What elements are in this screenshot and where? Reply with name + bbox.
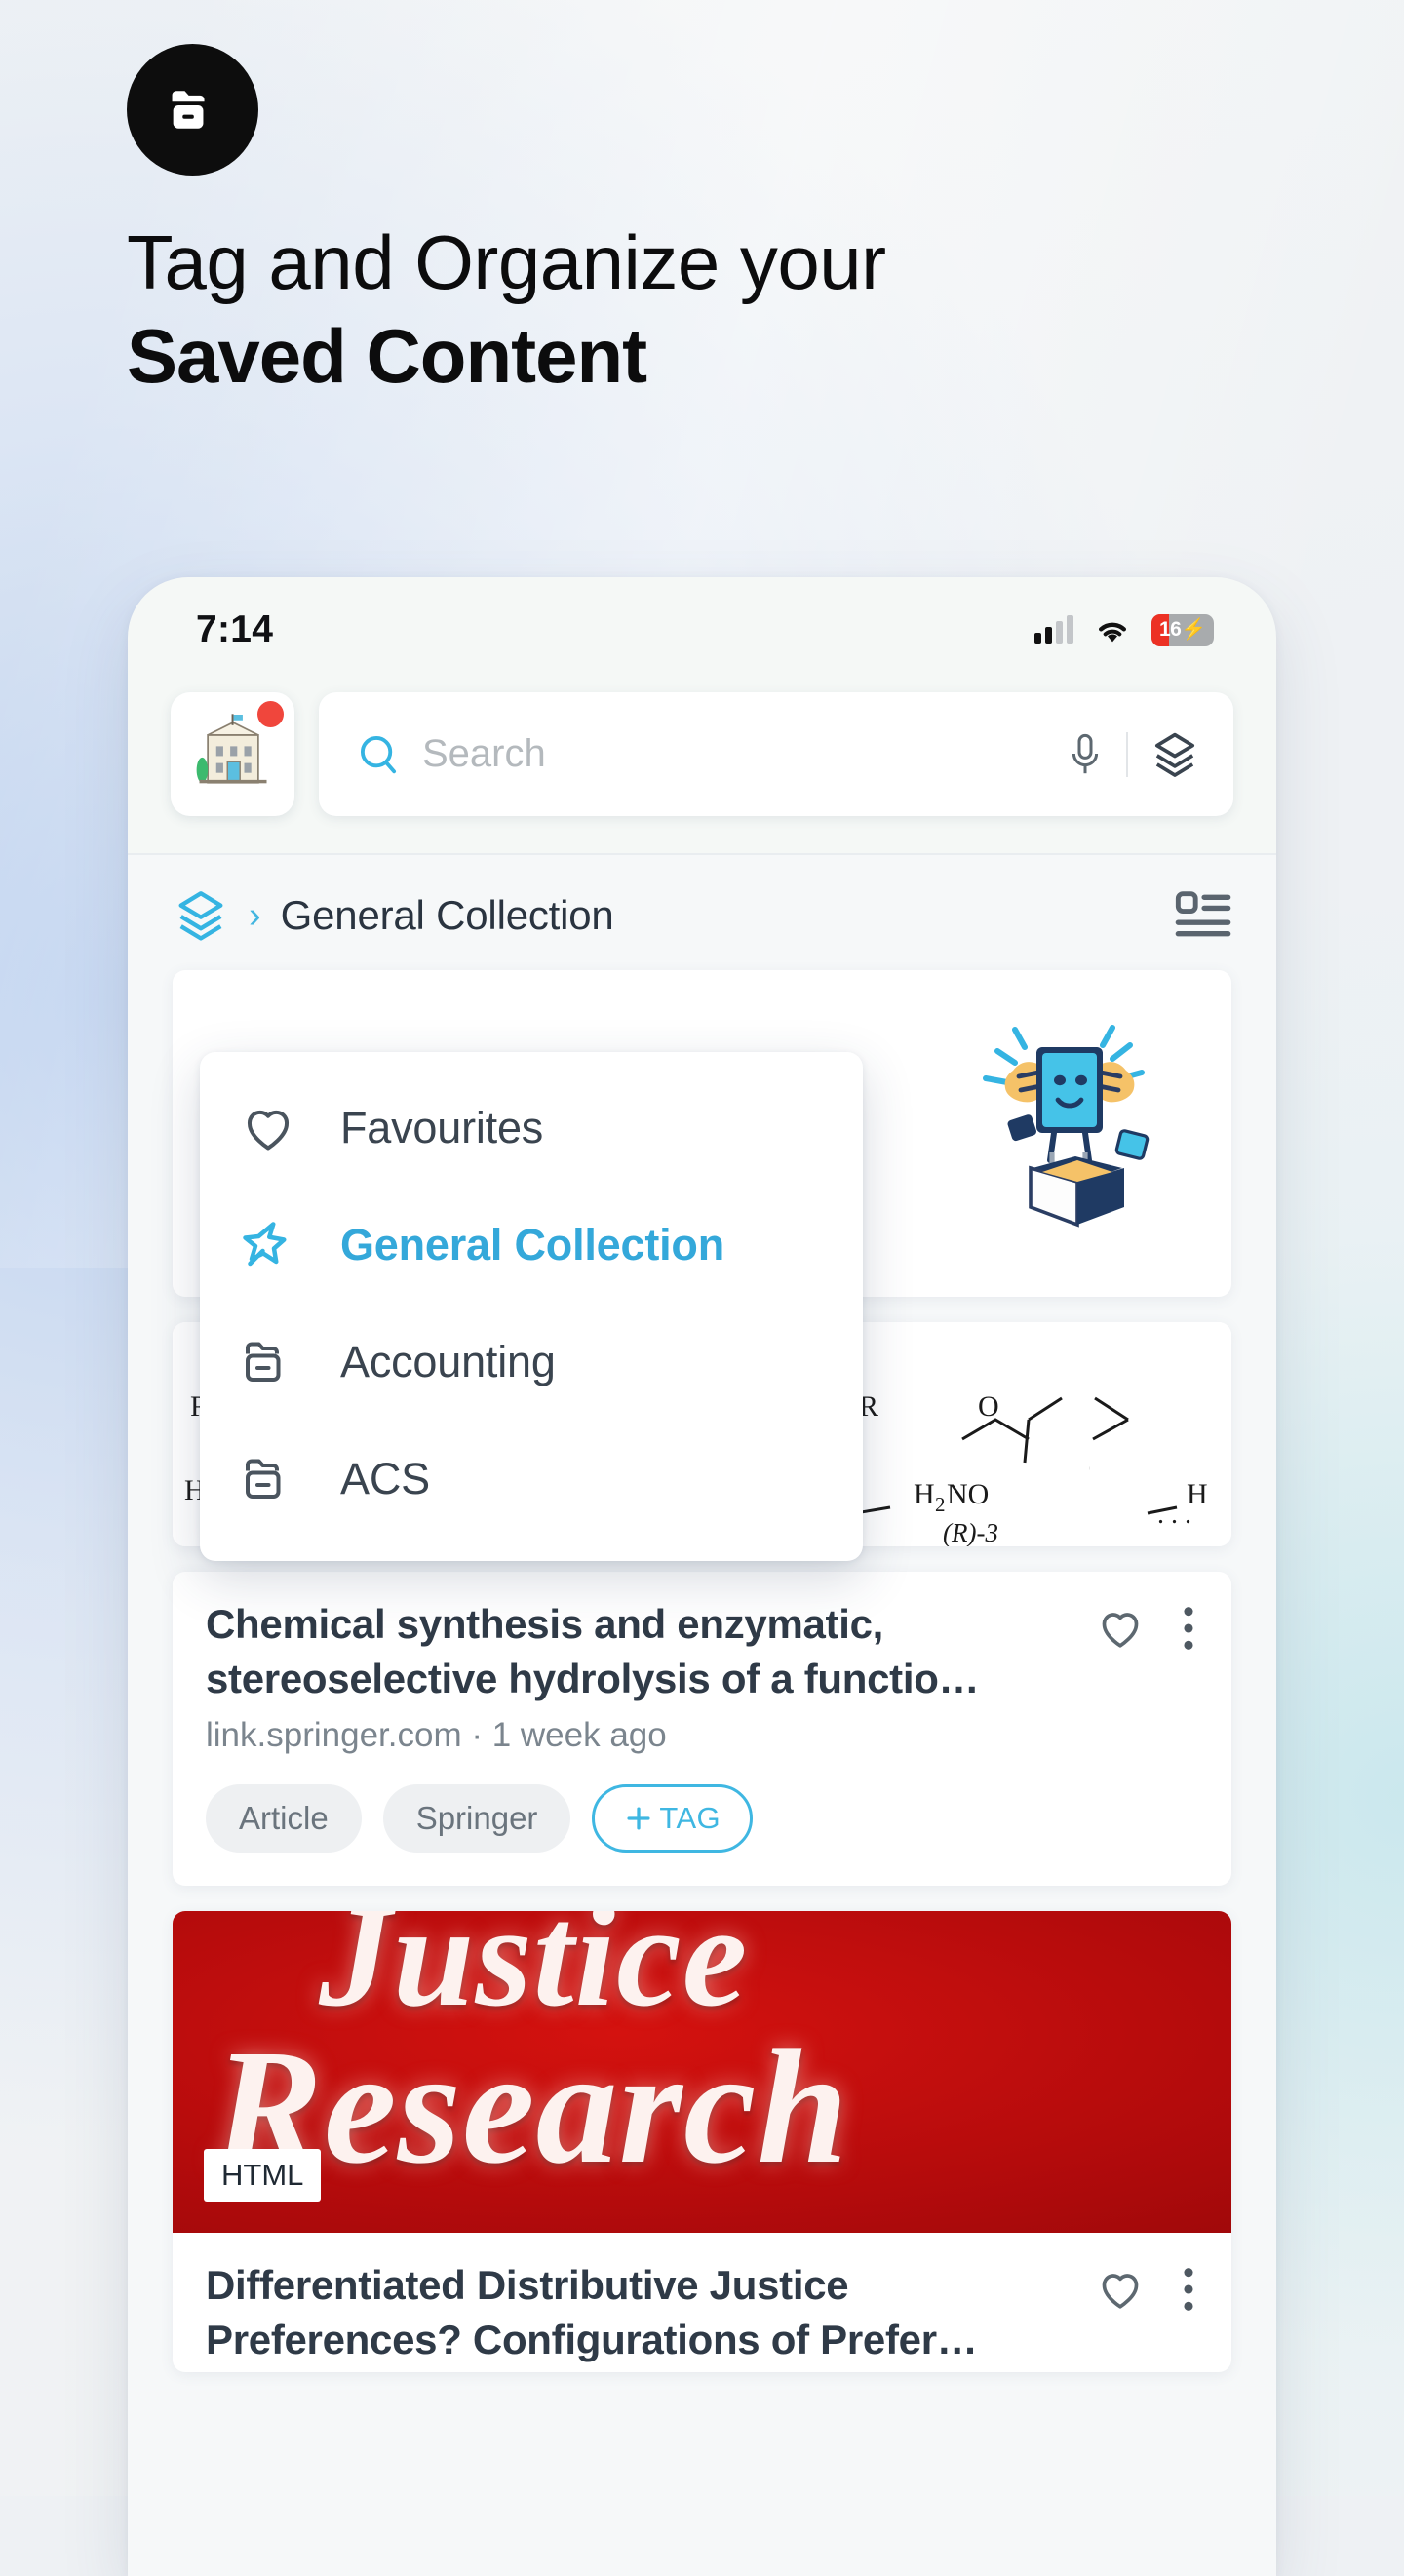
list-view-icon[interactable] [1175,889,1231,942]
app-icon [127,44,258,176]
add-tag-label: TAG [659,1800,722,1835]
school-building-avatar[interactable] [171,692,294,816]
hero-section: Tag and Organize your Saved Content [127,44,1297,401]
status-clock: 7:14 [196,608,274,650]
svg-text:2: 2 [935,1493,946,1516]
hero-title-line2: Saved Content [127,313,647,400]
tag-list[interactable]: Article Springer TAG [173,1776,1231,1886]
toolbar-divider [1126,731,1128,777]
article-source: link.springer.com · 1 week ago [206,1715,667,1754]
tag-chip[interactable]: Article [206,1783,362,1853]
layers-icon[interactable] [1150,729,1200,780]
content-type-badge: HTML [204,2148,322,2202]
notification-badge [257,701,284,727]
dropdown-item-label: Accounting [340,1337,556,1386]
phone-mockup: 7:14 16⚡ Search › General Collection R O… [128,577,1276,2576]
pin-icon [243,1222,287,1267]
more-vertical-icon[interactable] [1179,2264,1198,2315]
cellular-signal-icon [1034,615,1073,644]
heart-icon [247,1110,290,1151]
folder-archive-icon [245,1342,281,1382]
search-bar[interactable]: Search [319,692,1233,816]
dropdown-item-accounting[interactable]: Accounting [200,1304,863,1421]
top-bar: Search [128,683,1276,853]
dropdown-item-label: General Collection [340,1220,724,1269]
svg-text:O: O [978,1390,999,1423]
battery-percent: 16 [1158,618,1182,641]
flying-book-box-illustration [983,1024,1150,1228]
tag-chip[interactable]: Springer [382,1783,571,1853]
breadcrumb: › General Collection [128,855,1276,961]
more-vertical-icon[interactable] [1179,1603,1198,1654]
add-tag-button[interactable]: TAG [592,1783,754,1853]
search-icon [360,735,397,773]
wifi-icon [1099,622,1126,643]
dropdown-item-label: ACS [340,1454,430,1503]
microphone-icon[interactable] [1066,731,1105,778]
hero-title-line1: Tag and Organize your [127,219,886,305]
dropdown-item-favourites[interactable]: Favourites [200,1070,863,1187]
svg-text:H: H [914,1478,935,1510]
svg-text:. . .: . . . [1157,1500,1191,1530]
svg-text:(R)-3: (R)-3 [943,1518,998,1546]
battery-icon: 16⚡ [1151,613,1214,646]
article-card[interactable]: Chemical synthesis and enzymatic, stereo… [173,1572,1231,1886]
status-bar: 7:14 16⚡ [128,577,1276,683]
plus-icon [627,1807,650,1830]
article-card[interactable]: Justice Research HTML Differentiated Dis… [173,1910,1231,2373]
heart-icon[interactable] [1095,2264,1146,2315]
dropdown-item-general-collection[interactable]: General Collection [200,1187,863,1304]
layers-icon[interactable] [173,887,229,944]
chevron-right-icon: › [249,894,261,936]
article-title[interactable]: Differentiated Distributive Justice Pref… [206,2258,1073,2367]
dropdown-item-acs[interactable]: ACS [200,1421,863,1538]
collection-dropdown-menu[interactable]: Favourites General Collection Accounting… [200,1052,863,1561]
dropdown-item-label: Favourites [340,1103,544,1152]
page-title: Tag and Organize your Saved Content [127,218,1297,401]
search-input[interactable]: Search [422,732,1044,776]
svg-text:NO: NO [947,1478,989,1510]
folder-archive-icon [172,90,205,129]
folder-archive-icon [245,1459,281,1499]
article-title[interactable]: Chemical synthesis and enzymatic, stereo… [206,1597,1073,1706]
article-cover-image: Justice Research HTML [173,1910,1231,2233]
breadcrumb-collection[interactable]: General Collection [281,892,614,939]
heart-icon[interactable] [1095,1603,1146,1654]
